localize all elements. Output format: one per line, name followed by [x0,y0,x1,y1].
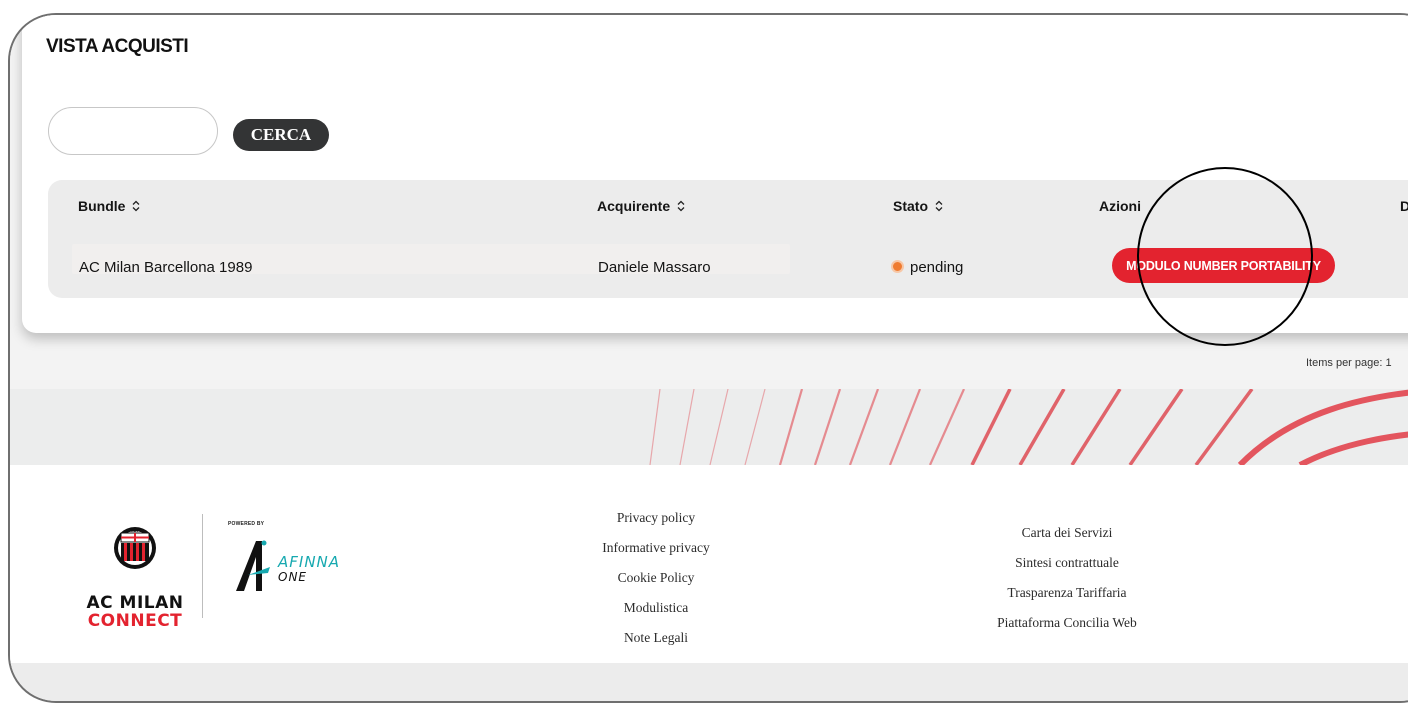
app-frame: VISTA ACQUISTI CERCA Bundle Acquirente S… [8,13,1408,703]
status-label: pending [910,259,964,276]
decorative-stripes [10,389,1408,465]
column-header-document: Do [1400,198,1408,214]
footer-bottom-bar [10,663,1408,701]
ac-milan-crest-icon: ACM [114,527,156,569]
brand-subname: CONNECT [87,611,183,631]
column-header-actions: Azioni [1099,198,1141,214]
table-row: AC Milan Barcellona 1989 Daniele Massaro… [48,232,1408,298]
status-dot-icon [891,260,904,273]
cell-bundle: AC Milan Barcellona 1989 [79,259,253,276]
brand-logo[interactable]: ACM AC MILAN CONNECT [80,510,190,631]
partner-subname: ONE [278,570,308,584]
brand-name: AC MILAN [86,593,184,613]
powered-by-label: POWERED BY [228,521,265,527]
search-button[interactable]: CERCA [233,119,329,151]
column-label: Bundle [78,198,126,214]
items-per-page-label[interactable]: Items per page: 1 [1306,357,1392,369]
sort-arrows-icon [132,200,140,212]
sort-arrows-icon [935,200,943,212]
column-label: Stato [893,198,928,214]
table-header: Bundle Acquirente Stato Azioni [48,180,1408,232]
footer-link-cookie-policy[interactable]: Cookie Policy [556,563,756,593]
search-input[interactable] [48,107,218,155]
column-label: Azioni [1099,198,1141,214]
footer-link-trasparenza-tariffaria[interactable]: Trasparenza Tariffaria [967,578,1167,608]
sort-arrows-icon [677,200,685,212]
footer: ACM AC MILAN CONNECT POWERED BY AFINNA O… [10,465,1408,663]
footer-link-carta-servizi[interactable]: Carta dei Servizi [967,518,1167,548]
afinna-logo-icon [236,540,270,591]
partner-logo[interactable]: POWERED BY AFINNA ONE [228,521,388,601]
column-header-status[interactable]: Stato [893,198,944,214]
column-header-buyer[interactable]: Acquirente [597,198,686,214]
cell-buyer: Daniele Massaro [598,259,711,276]
footer-link-note-legali[interactable]: Note Legali [556,623,756,653]
footer-link-privacy-policy[interactable]: Privacy policy [556,503,756,533]
column-label: Acquirente [597,198,671,214]
partner-name: AFINNA [278,553,341,571]
footer-link-concilia-web[interactable]: Piattaforma Concilia Web [967,608,1167,638]
page-title: VISTA ACQUISTI [46,36,189,57]
footer-link-modulistica[interactable]: Modulistica [556,593,756,623]
column-label: Do [1400,198,1408,214]
decorative-stripes-graphic [649,389,1408,465]
footer-link-informative-privacy[interactable]: Informative privacy [556,533,756,563]
crest-text: ACM [129,528,142,534]
footer-divider [202,514,203,618]
footer-links-legal: Privacy policy Informative privacy Cooki… [556,503,756,653]
cell-status: pending [891,259,963,276]
number-portability-form-button[interactable]: MODULO NUMBER PORTABILITY [1112,248,1335,283]
footer-link-sintesi-contrattuale[interactable]: Sintesi contrattuale [967,548,1167,578]
footer-links-services: Carta dei Servizi Sintesi contrattuale T… [967,518,1167,638]
column-header-bundle[interactable]: Bundle [78,198,141,214]
purchases-card: VISTA ACQUISTI CERCA Bundle Acquirente S… [22,15,1408,333]
purchases-table: Bundle Acquirente Stato Azioni AC Milan … [48,180,1408,298]
